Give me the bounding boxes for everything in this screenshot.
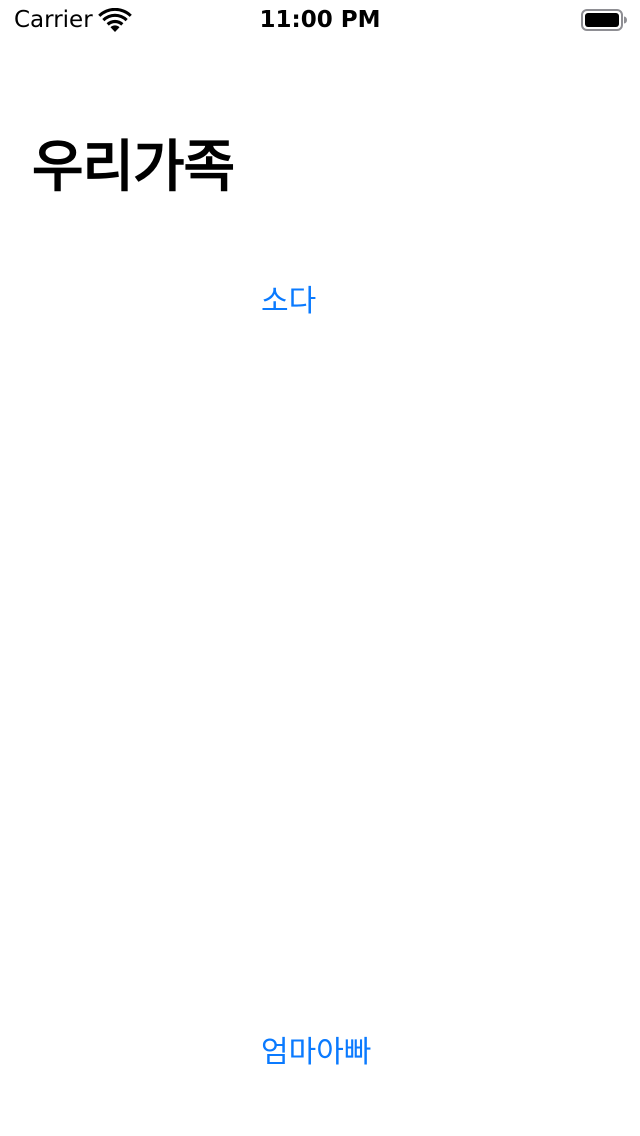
clock-time: 11:00 PM	[259, 7, 381, 33]
status-bar: Carrier 11:00 PM	[0, 0, 640, 40]
soda-button[interactable]: 소다	[261, 282, 316, 322]
page-title: 우리가족	[32, 135, 235, 200]
parents-button[interactable]: 엄마아빠	[261, 1033, 371, 1073]
battery-full-icon	[581, 9, 627, 31]
